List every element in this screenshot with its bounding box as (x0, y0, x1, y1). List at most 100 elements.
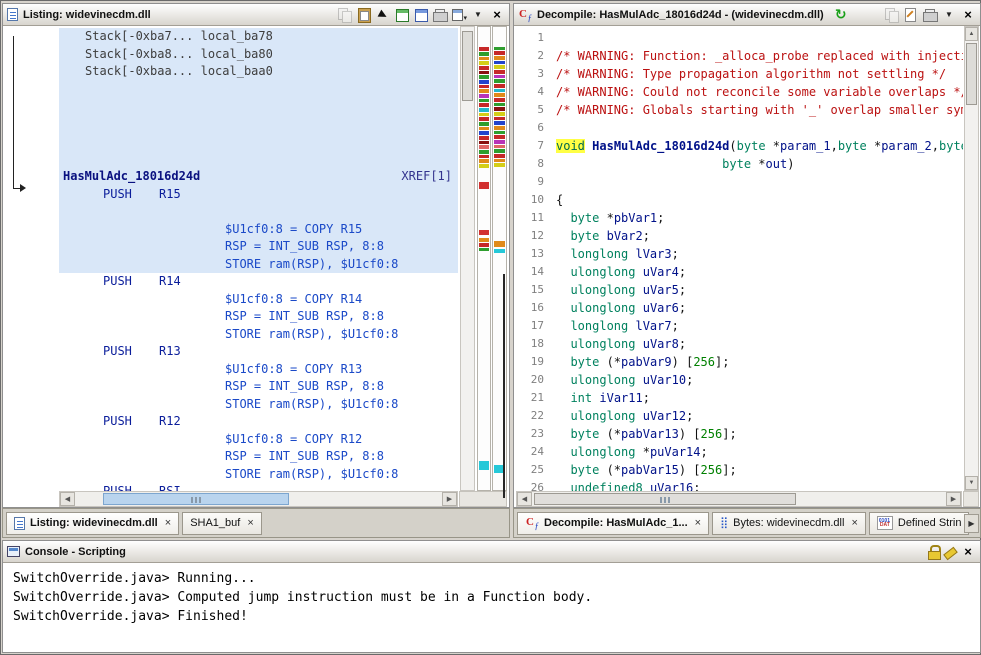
stack-variable-row[interactable]: Stack[-0xba7... local_ba78 (59, 28, 458, 46)
overview-marker[interactable] (479, 89, 489, 93)
overview-marker[interactable] (479, 103, 489, 107)
pcode-row[interactable]: STORE ram(RSP), $U1cf0:8 (59, 466, 458, 484)
scroll-right-icon[interactable]: ▶ (442, 492, 457, 506)
pcode-row[interactable]: RSP = INT_SUB RSP, 8:8 (59, 448, 458, 466)
overview-margin-1[interactable] (477, 26, 491, 491)
scroll-up-icon[interactable]: ▲ (965, 27, 978, 41)
panel-menu-icon[interactable]: ▼ (941, 7, 957, 22)
overview-marker[interactable] (494, 159, 505, 162)
overview-marker[interactable] (479, 57, 489, 60)
overview-marker[interactable] (479, 117, 489, 121)
tab-defined-strings[interactable]: Defined Strin (869, 512, 970, 535)
cursor-location-icon[interactable] (375, 7, 391, 22)
overview-marker[interactable] (494, 117, 505, 120)
code-line[interactable]: ulonglong uVar5; (556, 281, 963, 299)
overview-marker[interactable] (479, 145, 489, 149)
instruction-row[interactable]: PUSHR14 (59, 273, 458, 291)
copy-icon[interactable] (337, 7, 353, 22)
tab-close-icon[interactable]: × (165, 517, 171, 529)
pcode-row[interactable]: $U1cf0:8 = COPY R15 (59, 221, 458, 239)
overview-marker[interactable] (494, 140, 505, 144)
overview-marker[interactable] (479, 61, 489, 65)
instruction-row[interactable]: PUSHR12 (59, 413, 458, 431)
diff-view-icon[interactable] (413, 7, 429, 22)
console-output[interactable]: SwitchOverride.java> Running...SwitchOve… (3, 563, 980, 652)
overview-marker[interactable] (494, 163, 505, 167)
decompiled-code[interactable]: /* WARNING: Function: _alloca_probe repl… (556, 29, 963, 491)
instruction-row[interactable]: PUSHRSI (59, 483, 458, 491)
overview-marker[interactable] (479, 52, 489, 56)
overview-marker[interactable] (494, 47, 505, 50)
code-line[interactable]: /* WARNING: Function: _alloca_probe repl… (556, 47, 963, 65)
overview-marker[interactable] (479, 127, 489, 130)
overview-marker[interactable] (494, 154, 505, 158)
overview-marker[interactable] (494, 75, 505, 78)
code-line[interactable] (556, 173, 963, 191)
overview-marker[interactable] (494, 107, 505, 111)
code-line[interactable]: byte bVar2; (556, 227, 963, 245)
overview-marker[interactable] (494, 65, 505, 69)
code-line[interactable]: byte (*pabVar15) [256]; (556, 461, 963, 479)
overview-marker[interactable] (494, 126, 505, 130)
overview-marker[interactable] (479, 141, 489, 144)
overview-marker[interactable] (494, 121, 505, 125)
code-line[interactable] (556, 119, 963, 137)
overview-marker[interactable] (479, 85, 489, 88)
code-line[interactable]: ulonglong uVar6; (556, 299, 963, 317)
code-line[interactable]: int iVar11; (556, 389, 963, 407)
listing-hscroll-thumb[interactable] (103, 493, 289, 505)
code-line[interactable]: byte *pbVar1; (556, 209, 963, 227)
listing-vscrollbar[interactable] (460, 26, 475, 491)
code-line[interactable] (556, 29, 963, 47)
overview-marker[interactable] (479, 136, 489, 140)
overview-marker[interactable] (479, 66, 489, 70)
code-line[interactable]: ulonglong uVar8; (556, 335, 963, 353)
overview-marker[interactable] (479, 230, 489, 235)
overview-marker[interactable] (494, 61, 505, 64)
tab-bytes[interactable]: ⣿ Bytes: widevinecdm.dll × (712, 512, 866, 535)
function-name[interactable]: HasMulAdc_18016d24d (63, 169, 200, 183)
console-close-icon[interactable]: × (960, 544, 976, 559)
tab-scroll-right-icon[interactable]: ▶ (964, 514, 979, 533)
pcode-row[interactable]: STORE ram(RSP), $U1cf0:8 (59, 326, 458, 344)
code-line[interactable]: longlong lVar3; (556, 245, 963, 263)
pcode-row[interactable]: RSP = INT_SUB RSP, 8:8 (59, 238, 458, 256)
clear-console-icon[interactable] (943, 545, 957, 559)
copy-icon[interactable] (884, 7, 900, 22)
console-titlebar[interactable]: Console - Scripting × (3, 541, 980, 563)
pcode-row[interactable]: STORE ram(RSP), $U1cf0:8 (59, 396, 458, 414)
overview-marker[interactable] (479, 248, 489, 251)
overview-marker[interactable] (494, 131, 505, 134)
decompile-hscrollbar[interactable]: ◀ ▶ (516, 491, 962, 507)
code-line[interactable]: { (556, 191, 963, 209)
tab-close-icon[interactable]: × (851, 517, 857, 529)
overview-marker[interactable] (479, 238, 489, 242)
overview-marker[interactable] (494, 112, 505, 116)
listing-close-icon[interactable]: × (489, 7, 505, 22)
code-line[interactable]: ulonglong uVar10; (556, 371, 963, 389)
paste-icon[interactable] (356, 7, 372, 22)
overview-marker[interactable] (494, 249, 505, 253)
overview-marker[interactable] (494, 103, 505, 106)
overview-marker[interactable] (479, 461, 489, 470)
instruction-row[interactable]: PUSHR15 (59, 186, 458, 204)
tab-listing[interactable]: Listing: widevinecdm.dll × (6, 512, 179, 535)
overview-marker[interactable] (479, 113, 489, 116)
overview-marker[interactable] (479, 131, 489, 135)
scroll-left-icon[interactable]: ◀ (517, 492, 532, 506)
code-line[interactable]: ulonglong uVar4; (556, 263, 963, 281)
snapshot-icon[interactable] (922, 8, 938, 23)
overview-marker[interactable] (494, 145, 505, 148)
overview-marker[interactable] (479, 122, 489, 126)
overview-marker[interactable] (479, 164, 489, 168)
code-line[interactable]: ulonglong *puVar14; (556, 443, 963, 461)
decompile-vscrollbar[interactable]: ▲ ▼ (964, 26, 979, 491)
overview-marker[interactable] (494, 84, 505, 88)
pcode-row[interactable]: $U1cf0:8 = COPY R12 (59, 431, 458, 449)
edit-icon[interactable] (903, 7, 919, 22)
code-line[interactable]: longlong lVar7; (556, 317, 963, 335)
overview-marker[interactable] (479, 182, 489, 189)
instruction-row[interactable]: PUSHR13 (59, 343, 458, 361)
overview-marker[interactable] (479, 155, 489, 158)
listing-hscrollbar[interactable]: ◀ ▶ (59, 491, 458, 507)
